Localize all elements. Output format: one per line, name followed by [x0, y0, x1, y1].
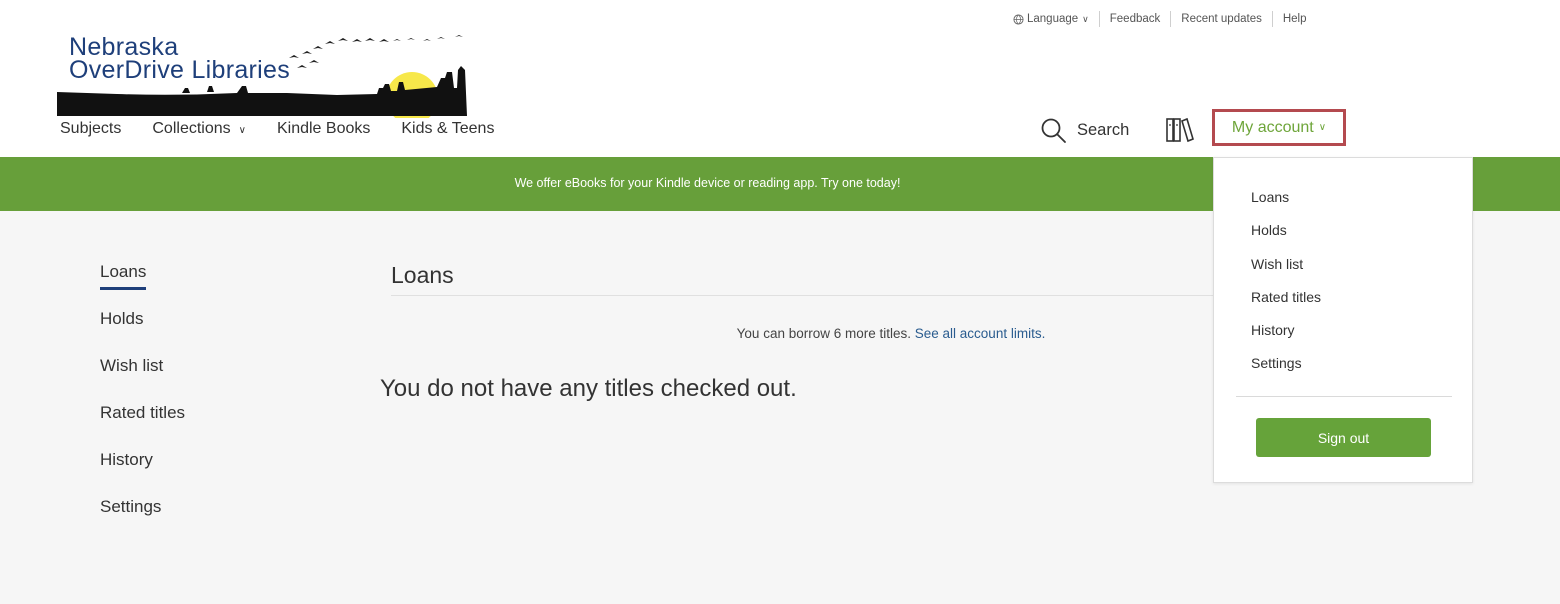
- nav-collections[interactable]: Collections ∨: [152, 120, 246, 138]
- account-sidebar: Loans Holds Wish list Rated titles Histo…: [100, 262, 185, 544]
- nav-collections-label: Collections: [152, 120, 231, 137]
- borrow-count-text: You can borrow 6 more titles.: [736, 326, 911, 341]
- primary-nav: Subjects Collections ∨ Kindle Books Kids…: [60, 120, 525, 138]
- chevron-down-icon: ∨: [1318, 122, 1327, 133]
- nav-subjects[interactable]: Subjects: [60, 120, 121, 138]
- chevron-down-icon: ∨: [1082, 13, 1089, 24]
- menu-item-settings[interactable]: Settings: [1251, 355, 1302, 371]
- sidebar-item-rated-titles[interactable]: Rated titles: [100, 403, 185, 450]
- empty-state-message: You do not have any titles checked out.: [380, 375, 797, 402]
- utility-links: Language ∨ Feedback Recent updates Help: [1013, 11, 1317, 27]
- banner-text: We offer eBooks for your Kindle device o…: [514, 176, 901, 190]
- sidebar-item-label: History: [100, 450, 153, 469]
- menu-item-holds[interactable]: Holds: [1251, 222, 1287, 238]
- sidebar-item-label: Settings: [100, 497, 162, 516]
- recent-updates-link[interactable]: Recent updates: [1171, 13, 1272, 25]
- page-title: Loans: [391, 262, 454, 288]
- search-button[interactable]: Search: [1040, 117, 1129, 144]
- nav-kids-teens[interactable]: Kids & Teens: [401, 120, 494, 138]
- title-divider: [391, 295, 1213, 296]
- menu-item-wish-list[interactable]: Wish list: [1251, 256, 1303, 272]
- account-dropdown-menu: Loans Holds Wish list Rated titles Histo…: [1213, 157, 1473, 483]
- sidebar-item-loans[interactable]: Loans: [100, 262, 185, 309]
- search-icon: [1041, 118, 1066, 143]
- sidebar-item-holds[interactable]: Holds: [100, 309, 185, 356]
- menu-item-loans[interactable]: Loans: [1251, 189, 1289, 205]
- my-account-label: My account: [1231, 118, 1314, 136]
- sidebar-item-wish-list[interactable]: Wish list: [100, 356, 185, 403]
- nav-kindle-books[interactable]: Kindle Books: [277, 120, 370, 138]
- sidebar-item-history[interactable]: History: [100, 450, 185, 497]
- bookshelf-button[interactable]: [1165, 117, 1195, 148]
- sidebar-item-label: Loans: [100, 262, 147, 290]
- menu-item-history[interactable]: History: [1251, 322, 1295, 338]
- search-label: Search: [1077, 121, 1130, 139]
- sign-out-button[interactable]: Sign out: [1256, 418, 1431, 457]
- menu-item-rated-titles[interactable]: Rated titles: [1251, 289, 1321, 305]
- globe-icon: [1013, 13, 1024, 25]
- my-account-button[interactable]: My account ∨: [1212, 109, 1346, 146]
- help-link[interactable]: Help: [1273, 13, 1317, 25]
- account-limits-link[interactable]: See all account limits.: [915, 326, 1046, 341]
- chevron-down-icon: ∨: [238, 124, 246, 136]
- language-label: Language: [1027, 13, 1079, 25]
- logo-line-2: OverDrive Libraries: [69, 56, 291, 84]
- logo-wordmark: Nebraska OverDrive Libraries: [69, 35, 291, 84]
- library-logo[interactable]: Nebraska OverDrive Libraries: [57, 30, 477, 118]
- language-selector[interactable]: Language ∨: [1013, 13, 1099, 25]
- feedback-link[interactable]: Feedback: [1100, 13, 1171, 25]
- sidebar-item-label: Holds: [100, 309, 144, 328]
- menu-divider: [1236, 396, 1452, 397]
- sidebar-item-label: Rated titles: [100, 403, 186, 422]
- sidebar-item-label: Wish list: [100, 356, 164, 375]
- bookshelf-icon: [1166, 117, 1194, 143]
- sidebar-item-settings[interactable]: Settings: [100, 497, 185, 544]
- site-header: Language ∨ Feedback Recent updates Help: [0, 0, 1560, 157]
